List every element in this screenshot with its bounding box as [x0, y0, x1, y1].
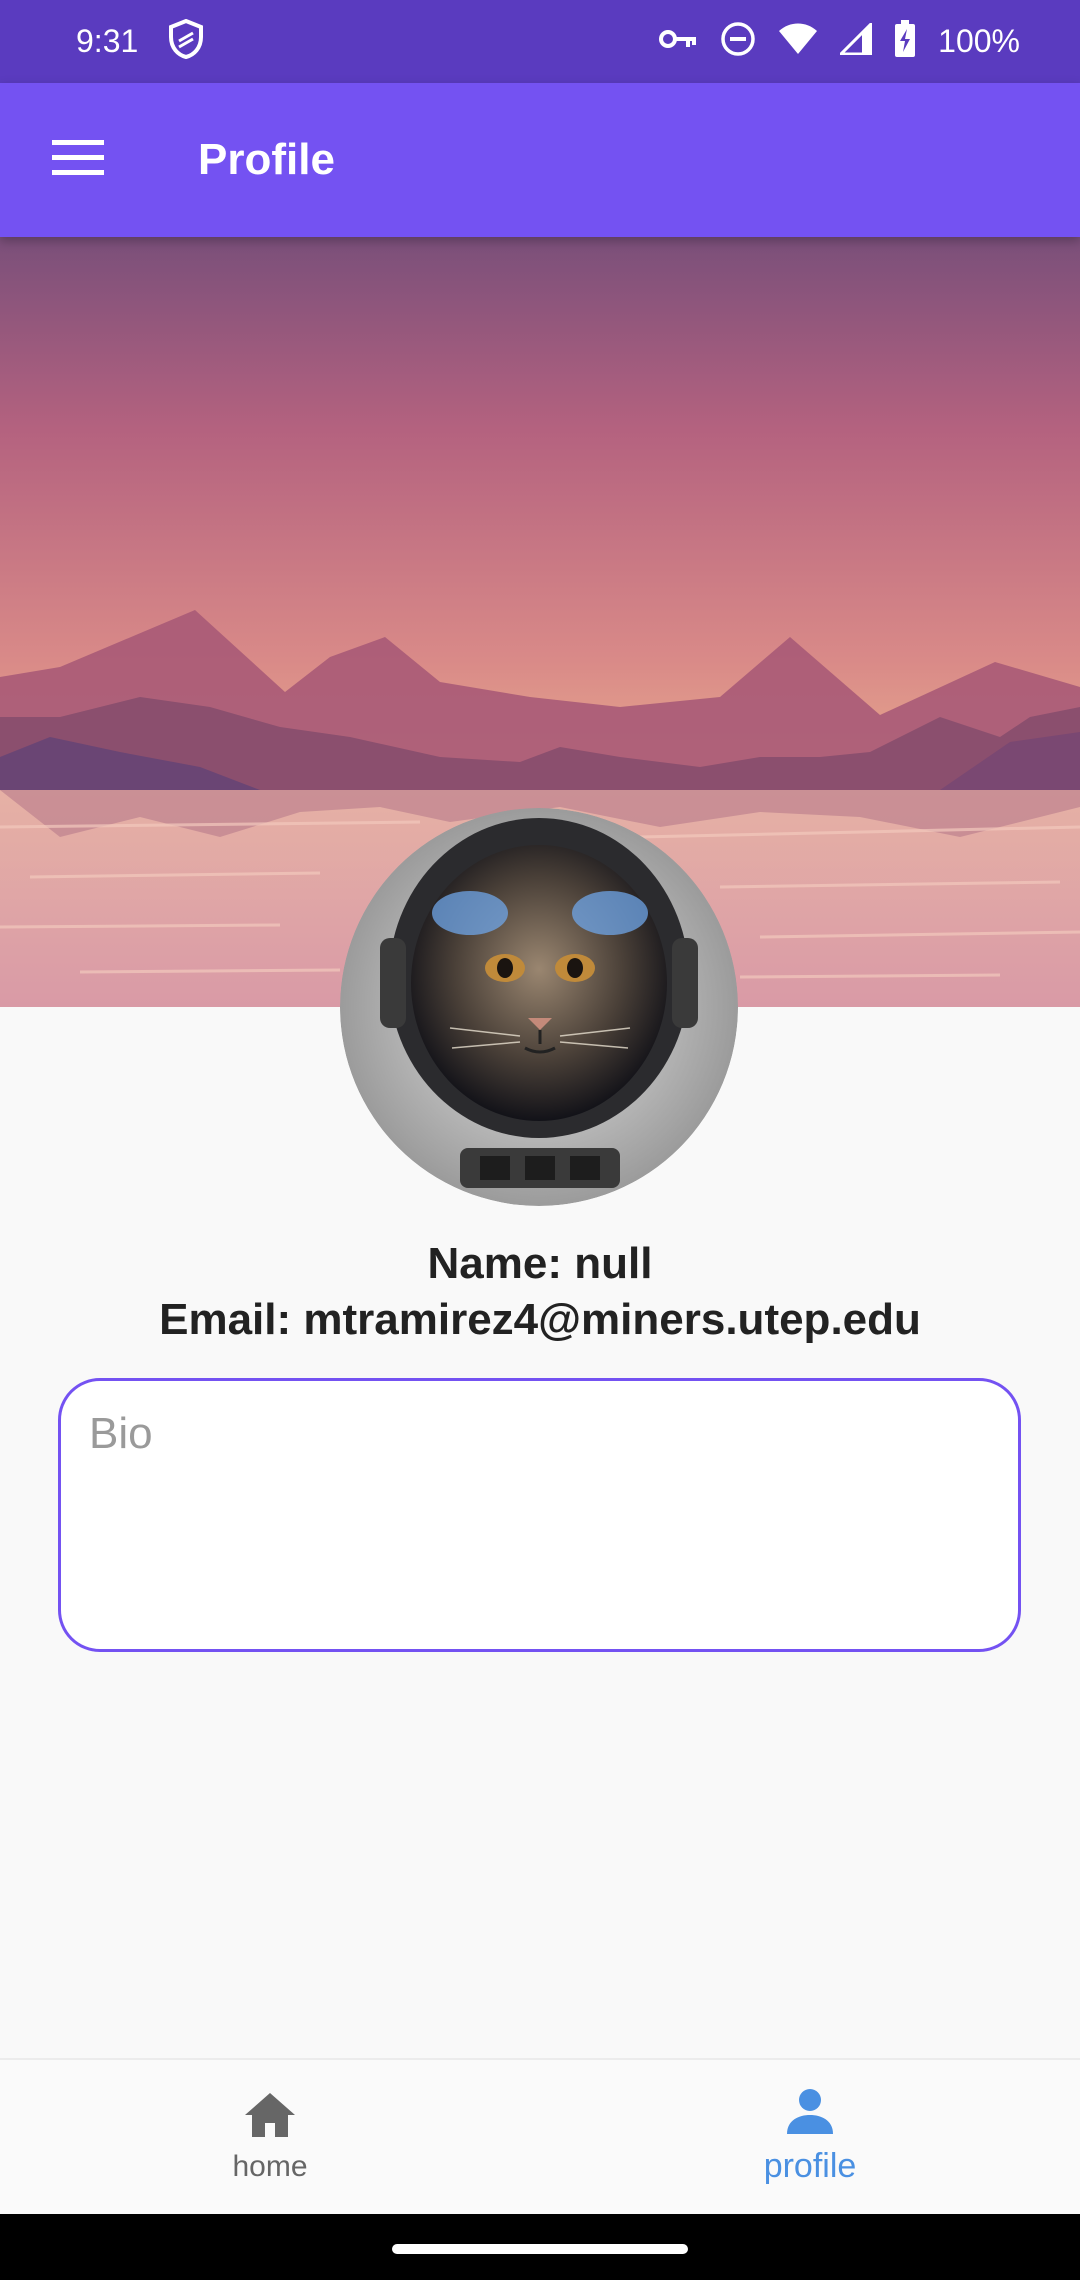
- app-bar: Profile: [0, 83, 1080, 237]
- nav-item-profile[interactable]: profile: [540, 2060, 1080, 2214]
- profile-info: Name: null Email: mtramirez4@miners.utep…: [0, 1236, 1080, 1348]
- vpn-key-icon: [658, 27, 698, 56]
- status-left: 9:31: [76, 18, 204, 64]
- bio-input[interactable]: Bio: [58, 1378, 1021, 1652]
- profile-name: Name: null: [427, 1239, 653, 1288]
- signal-icon: [837, 20, 873, 60]
- battery-charging-icon: [894, 20, 916, 63]
- profile-avatar[interactable]: [340, 808, 738, 1206]
- profile-email: Email: mtramirez4@miners.utep.edu: [159, 1295, 921, 1344]
- status-right: 100%: [658, 20, 1020, 63]
- home-gesture-handle[interactable]: [392, 2244, 688, 2254]
- system-navigation-bar: [0, 2214, 1080, 2280]
- menu-icon[interactable]: [52, 139, 104, 181]
- home-icon[interactable]: [243, 2091, 297, 2144]
- do-not-disturb-icon: [720, 21, 756, 62]
- menu-button[interactable]: [0, 83, 156, 237]
- status-bar: 9:31 100%: [0, 0, 1080, 83]
- person-icon[interactable]: [785, 2088, 835, 2141]
- profile-screen: 9:31 100% Profile Name: null Email: mtra…: [0, 0, 1080, 2280]
- shield-icon: [168, 18, 204, 64]
- wifi-icon: [778, 23, 818, 60]
- bottom-navigation: home profile: [0, 2058, 1080, 2214]
- battery-percent: 100%: [938, 23, 1020, 59]
- nav-item-home[interactable]: home: [0, 2060, 540, 2214]
- page-title: Profile: [198, 135, 335, 184]
- nav-label-home: home: [232, 2149, 308, 2183]
- nav-label-profile: profile: [763, 2147, 857, 2185]
- bio-placeholder: Bio: [89, 1409, 153, 1458]
- status-time: 9:31: [76, 23, 139, 59]
